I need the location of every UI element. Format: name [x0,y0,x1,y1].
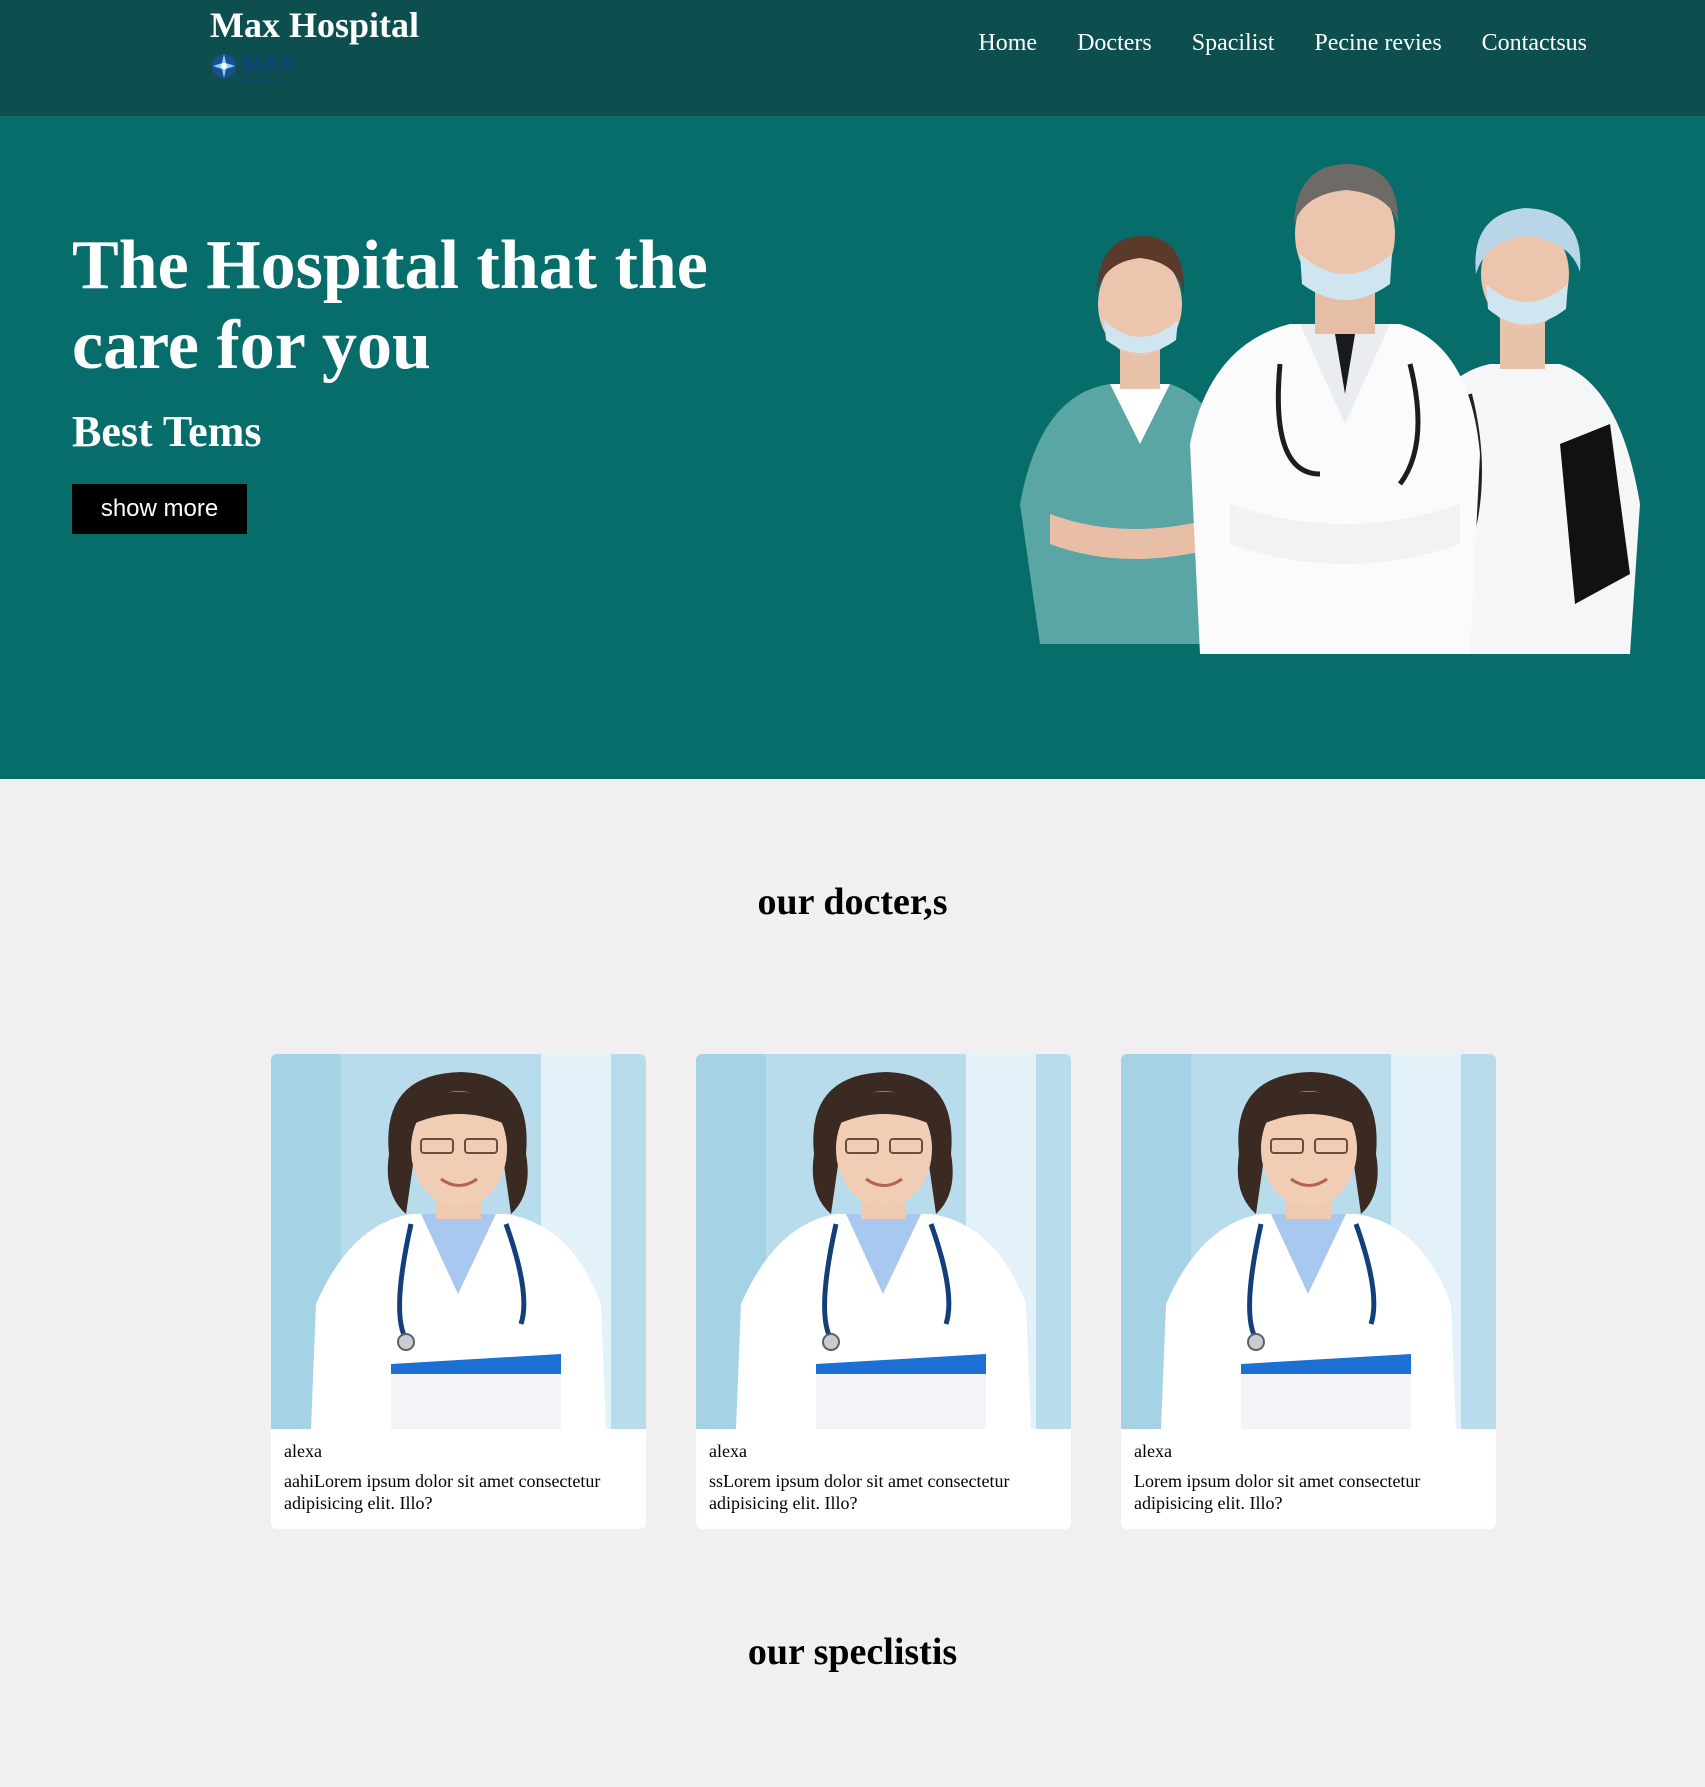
doctor-photo [696,1054,1071,1429]
doctors-section-title: our docter,s [757,881,948,923]
main-nav: Home Docters Spacilist Pecine revies Con… [978,30,1587,57]
male-doctor-figure [1190,164,1480,654]
svg-text:MAX: MAX [242,51,295,78]
doctor-name: alexa [284,1441,322,1461]
doctor-description: aahiLorem ipsum dolor sit amet consectet… [284,1471,601,1513]
nav-specialist[interactable]: Spacilist [1192,30,1275,57]
nav-patient-reviews[interactable]: Pecine revies [1314,30,1441,57]
medical-team-image [1020,164,1640,654]
specialists-section-title: our speclistis [747,1631,958,1673]
hero-section: The Hospital that the care for you Best … [0,116,1705,779]
nav-contact-us[interactable]: Contactsus [1482,30,1587,57]
doctor-description: Lorem ipsum dolor sit amet consectetur a… [1134,1471,1421,1513]
doctor-photo [271,1054,646,1429]
site-header: Max Hospital MAX HEALTHCARE Home Docters… [0,0,1705,116]
svg-text:HEALTHCARE: HEALTHCARE [243,79,283,85]
doctor-name: alexa [709,1441,747,1461]
hero-title: The Hospital that the care for you [72,227,708,384]
doctor-photo [1121,1054,1496,1429]
brand-title[interactable]: Max Hospital [210,4,419,46]
doctor-card[interactable]: alexa Lorem ipsum dolor sit amet consect… [1121,1054,1496,1529]
doctor-cards: alexa aahiLorem ipsum dolor sit amet con… [271,1054,1496,1529]
doctor-description: ssLorem ipsum dolor sit amet consectetur… [709,1471,1010,1513]
nav-home[interactable]: Home [978,30,1037,57]
nav-doctors[interactable]: Docters [1077,30,1152,57]
hero-subtitle: Best Tems [72,407,262,456]
doctor-name: alexa [1134,1441,1172,1461]
doctor-card[interactable]: alexa aahiLorem ipsum dolor sit amet con… [271,1054,646,1529]
show-more-button[interactable]: show more [72,484,247,534]
doctor-card[interactable]: alexa ssLorem ipsum dolor sit amet conse… [696,1054,1071,1529]
max-logo-icon[interactable]: MAX HEALTHCARE [209,46,329,86]
